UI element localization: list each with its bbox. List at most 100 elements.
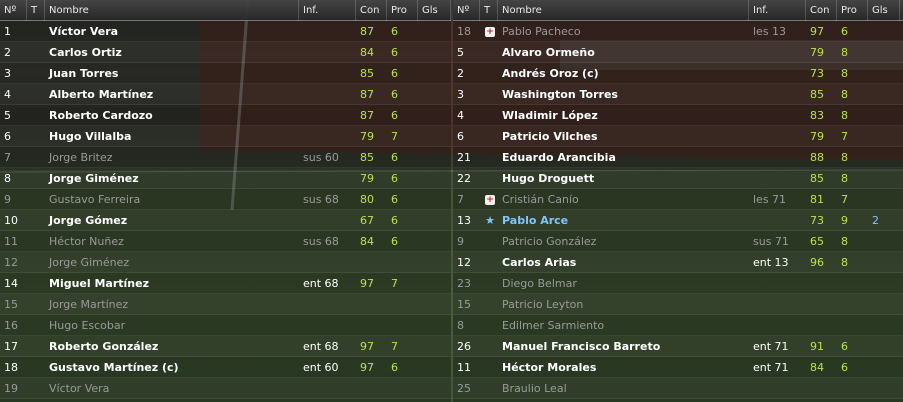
player-goals [418, 357, 451, 378]
player-row[interactable]: 5 Roberto Cardozo 87 6 [0, 105, 451, 126]
header-gls[interactable]: Gls [418, 0, 451, 21]
player-condition: 87 [360, 87, 374, 101]
player-row[interactable]: 13 ★ Pablo Arce 73 9 2 [453, 210, 903, 231]
player-row[interactable]: 2 Andrés Oroz (c) 73 8 [453, 63, 903, 84]
home-lineup-table: Nº T Nombre Inf. Con Pro Gls 1 Víctor Ver… [0, 0, 451, 402]
player-row[interactable]: 7 + Cristián Canío les 71 81 7 [453, 189, 903, 210]
player-goals [418, 378, 451, 399]
player-row[interactable]: 23 Diego Belmar [453, 273, 903, 294]
player-row[interactable]: 9 Gustavo Ferreira sus 68 80 6 [0, 189, 451, 210]
player-info: ent 13 [753, 255, 789, 269]
player-rating: 6 [391, 192, 398, 206]
player-row[interactable]: 12 Carlos Arias ent 13 96 8 [453, 252, 903, 273]
player-info: sus 60 [303, 150, 339, 164]
star-icon: ★ [485, 213, 495, 227]
player-row[interactable]: 25 Braulio Leal [453, 378, 903, 399]
player-number: 4 [457, 108, 464, 122]
player-status [27, 105, 45, 126]
player-info: ent 71 [753, 360, 789, 374]
header-con[interactable]: Con [806, 0, 837, 21]
player-status: + [480, 21, 498, 42]
player-info: ent 71 [753, 339, 789, 353]
player-goals [868, 189, 900, 210]
player-condition: 85 [810, 171, 824, 185]
header-name[interactable]: Nombre [45, 0, 299, 21]
player-number: 9 [4, 192, 11, 206]
player-row[interactable]: 19 Víctor Vera [0, 378, 451, 399]
player-row[interactable]: 15 Patricio Leyton [453, 294, 903, 315]
player-name: Edilmer Sarmiento [502, 318, 605, 332]
player-row[interactable]: 11 Héctor Morales ent 71 84 6 [453, 357, 903, 378]
player-number: 6 [457, 129, 464, 143]
player-goals [418, 210, 451, 231]
player-row[interactable]: 22 Hugo Droguett 85 8 [453, 168, 903, 189]
header-con[interactable]: Con [356, 0, 387, 21]
player-rating: 9 [841, 213, 848, 227]
player-rating: 8 [841, 108, 848, 122]
header-pro[interactable]: Pro [387, 0, 418, 21]
header-t[interactable]: T [27, 0, 45, 21]
player-rating: 6 [841, 339, 848, 353]
player-row[interactable]: 21 Eduardo Arancibia 88 8 [453, 147, 903, 168]
player-row[interactable]: 6 Patricio Vilches 79 7 [453, 126, 903, 147]
player-row[interactable]: 16 Hugo Escobar [0, 315, 451, 336]
player-number: 16 [4, 318, 18, 332]
player-row[interactable]: 18 + Pablo Pacheco les 13 97 6 [453, 21, 903, 42]
player-status [27, 231, 45, 252]
player-row[interactable]: 12 Jorge Giménez [0, 252, 451, 273]
player-number: 8 [4, 171, 11, 185]
player-status [27, 294, 45, 315]
player-row[interactable]: 3 Washington Torres 85 8 [453, 84, 903, 105]
player-row[interactable]: 2 Carlos Ortiz 84 6 [0, 42, 451, 63]
player-row[interactable]: 4 Wladimir López 83 8 [453, 105, 903, 126]
player-goals [418, 336, 451, 357]
player-goals [868, 336, 900, 357]
header-number[interactable]: Nº [0, 0, 27, 21]
header-name[interactable]: Nombre [498, 0, 749, 21]
player-row[interactable]: 8 Jorge Giménez 79 6 [0, 168, 451, 189]
player-name: Héctor Nuñez [49, 234, 124, 248]
player-row[interactable]: 8 Edilmer Sarmiento [453, 315, 903, 336]
player-row[interactable]: 9 Patricio González sus 71 65 8 [453, 231, 903, 252]
header-inf[interactable]: Inf. [749, 0, 806, 21]
player-name: Wladimir López [502, 108, 598, 122]
player-goals [418, 21, 451, 42]
player-row[interactable]: 4 Alberto Martínez 87 6 [0, 84, 451, 105]
player-row[interactable]: 1 Víctor Vera 87 6 [0, 21, 451, 42]
player-row[interactable]: 6 Hugo Villalba 79 7 [0, 126, 451, 147]
player-row[interactable]: 18 Gustavo Martínez (c) ent 60 97 6 [0, 357, 451, 378]
player-info: sus 68 [303, 234, 339, 248]
player-info [299, 84, 356, 105]
header-pro[interactable]: Pro [837, 0, 868, 21]
player-number: 15 [4, 297, 18, 311]
player-condition: 97 [810, 24, 824, 38]
player-rating: 6 [391, 66, 398, 80]
player-row[interactable]: 7 Jorge Britez sus 60 85 6 [0, 147, 451, 168]
injury-icon: + [485, 194, 495, 205]
player-row[interactable]: 11 Héctor Nuñez sus 68 84 6 [0, 231, 451, 252]
header-gls[interactable]: Gls [868, 0, 900, 21]
player-rating [387, 315, 418, 336]
player-row[interactable]: 14 Miguel Martínez ent 68 97 7 [0, 273, 451, 294]
header-inf[interactable]: Inf. [299, 0, 356, 21]
player-number: 18 [457, 24, 471, 38]
player-row[interactable]: 15 Jorge Martínez [0, 294, 451, 315]
player-row[interactable]: 5 Alvaro Ormeño 79 8 [453, 42, 903, 63]
player-status [480, 42, 498, 63]
player-number: 15 [457, 297, 471, 311]
player-row[interactable]: 17 Roberto González ent 68 97 7 [0, 336, 451, 357]
header-number[interactable]: Nº [453, 0, 480, 21]
player-goals [418, 273, 451, 294]
header-t[interactable]: T [480, 0, 498, 21]
player-rating: 8 [841, 150, 848, 164]
player-goals [418, 294, 451, 315]
player-row[interactable]: 3 Juan Torres 85 6 [0, 63, 451, 84]
player-goals [418, 252, 451, 273]
player-row[interactable]: 10 Jorge Gómez 67 6 [0, 210, 451, 231]
player-info [299, 210, 356, 231]
player-info [749, 105, 806, 126]
player-row[interactable]: 26 Manuel Francisco Barreto ent 71 91 6 [453, 336, 903, 357]
player-goals [868, 84, 900, 105]
player-rating: 8 [841, 234, 848, 248]
player-name: Jorge Giménez [49, 171, 139, 185]
